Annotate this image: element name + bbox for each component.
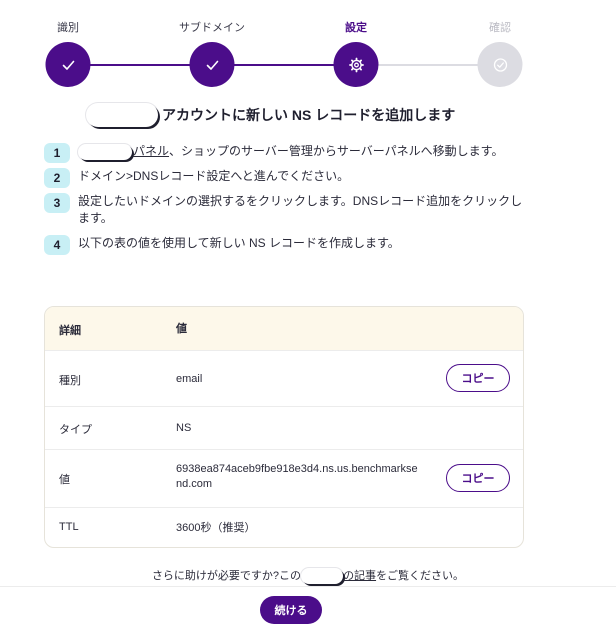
row-value: email bbox=[176, 373, 203, 385]
step-subdomain[interactable] bbox=[189, 42, 235, 87]
table-row: TTL 3600秒（推奨） bbox=[45, 508, 523, 547]
header-value: 値 bbox=[176, 323, 187, 335]
step-confirm bbox=[477, 42, 523, 87]
redacted-brand-logo bbox=[86, 103, 158, 127]
help-article-link[interactable]: の記事 bbox=[343, 570, 376, 582]
panel-link[interactable]: パネル bbox=[133, 144, 169, 158]
row-value: NS bbox=[176, 422, 192, 434]
check-icon bbox=[206, 60, 218, 70]
table-header-row: 詳細 値 bbox=[45, 307, 523, 351]
header-detail: 詳細 bbox=[59, 325, 81, 337]
row-label: 値 bbox=[59, 474, 70, 486]
instruction-text: ドメイン>DNSレコード設定へと進んでください。 bbox=[78, 169, 350, 183]
continue-button[interactable]: 続ける bbox=[260, 596, 322, 624]
step-identify[interactable] bbox=[45, 42, 91, 87]
row-value: 3600秒（推奨） bbox=[176, 522, 256, 534]
step-label-settings: 設定 bbox=[345, 22, 367, 34]
footer-divider bbox=[0, 586, 616, 587]
step-number-badge: 2 bbox=[44, 168, 70, 188]
page-heading: アカウントに新しい NS レコードを追加します bbox=[86, 103, 455, 127]
instruction-step: 1 パネル、ショップのサーバー管理からサーバーパネルへ移動します。 bbox=[44, 143, 524, 163]
redacted-brand-logo bbox=[301, 568, 344, 585]
table-row: 種別 email コピー bbox=[45, 351, 523, 407]
check-icon bbox=[62, 60, 74, 70]
help-text-after: をご覧ください。 bbox=[376, 570, 465, 582]
copy-button[interactable]: コピー bbox=[446, 364, 510, 392]
step-label-confirm: 確認 bbox=[489, 22, 511, 34]
instruction-step: 2 ドメイン>DNSレコード設定へと進んでください。 bbox=[44, 168, 524, 188]
step-settings bbox=[333, 42, 379, 87]
step-number-badge: 4 bbox=[44, 235, 70, 255]
instruction-text: 、ショップのサーバー管理からサーバーパネルへ移動します。 bbox=[169, 144, 504, 158]
table-row: タイプ NS bbox=[45, 407, 523, 450]
gear-icon bbox=[348, 57, 364, 72]
redacted-brand-logo bbox=[78, 143, 132, 160]
step-label-identify: 識別 bbox=[57, 22, 79, 34]
progress-stepper: 識別 サブドメイン 設定 確認 bbox=[0, 0, 616, 95]
help-text-before: さらに助けが必要ですか?この bbox=[151, 570, 302, 582]
check-circle-icon bbox=[493, 57, 507, 72]
instruction-step: 4 以下の表の値を使用して新しい NS レコードを作成します。 bbox=[44, 235, 524, 255]
instruction-step: 3 設定したいドメインの選択するをクリックします。DNSレコード追加をクリックし… bbox=[44, 193, 524, 227]
instruction-text: 以下の表の値を使用して新しい NS レコードを作成します。 bbox=[78, 236, 400, 250]
instruction-list: 1 パネル、ショップのサーバー管理からサーバーパネルへ移動します。 2 ドメイン… bbox=[44, 143, 524, 260]
row-label: タイプ bbox=[59, 424, 92, 436]
dns-record-table: 詳細 値 種別 email コピー タイプ NS 値 6938ea874aceb… bbox=[44, 306, 524, 548]
step-label-subdomain: サブドメイン bbox=[179, 22, 245, 34]
page-title: アカウントに新しい NS レコードを追加します bbox=[162, 107, 456, 123]
row-label: TTL bbox=[59, 521, 79, 533]
step-number-badge: 1 bbox=[44, 143, 70, 163]
row-value: 6938ea874aceb9fbe918e3d4.ns.us.benchmark… bbox=[176, 463, 418, 490]
row-label: 種別 bbox=[59, 375, 81, 387]
help-text: さらに助けが必要ですか?この の記事をご覧ください。 bbox=[0, 567, 616, 585]
copy-button[interactable]: コピー bbox=[446, 464, 510, 492]
step-number-badge: 3 bbox=[44, 193, 70, 213]
instruction-text: 設定したいドメインの選択するをクリックします。DNSレコード追加をクリックします… bbox=[78, 194, 523, 225]
table-row: 値 6938ea874aceb9fbe918e3d4.ns.us.benchma… bbox=[45, 450, 523, 508]
